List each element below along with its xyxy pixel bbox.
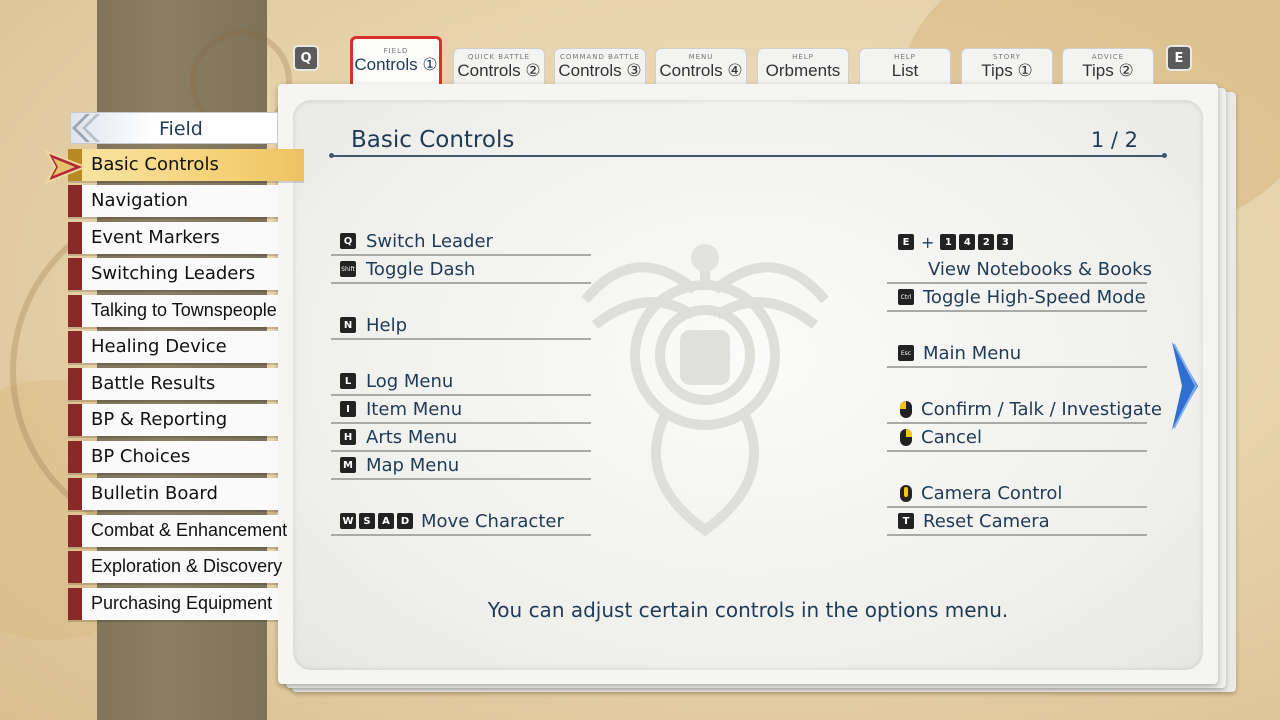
sidebar-item-battle-results[interactable]: Battle Results — [68, 368, 278, 400]
sidebar-item-bp-reporting[interactable]: BP & Reporting — [68, 404, 278, 436]
control-row: Q Switch Leader — [331, 228, 591, 256]
control-row: Cancel — [887, 424, 1147, 452]
mouse-middle-icon — [900, 484, 912, 502]
key-icon: T — [898, 513, 914, 529]
options-note: You can adjust certain controls in the o… — [487, 598, 1009, 622]
control-row: Esc Main Menu — [887, 340, 1147, 368]
prev-tab-key[interactable]: Q — [295, 47, 317, 69]
key-icon: A — [378, 513, 394, 529]
key-icon: W — [340, 513, 356, 529]
title-divider — [329, 153, 1167, 158]
key-icon: 3 — [997, 234, 1014, 250]
key-icon: N — [340, 317, 356, 333]
key-icon: Shift — [340, 261, 356, 277]
key-icon: H — [340, 429, 356, 445]
sidebar-item-bp-choices[interactable]: BP Choices — [68, 441, 278, 473]
key-icon: 2 — [978, 234, 995, 250]
page-title: Basic Controls — [351, 127, 515, 153]
key-icon: Esc — [898, 345, 914, 361]
tab-menu-controls-4[interactable]: MENU Controls ④ — [655, 48, 747, 84]
control-row: Camera Control — [887, 480, 1147, 508]
sidebar-item-switching-leaders[interactable]: Switching Leaders — [68, 258, 278, 290]
control-row: Shift Toggle Dash — [331, 256, 591, 284]
control-row: T Reset Camera — [887, 508, 1147, 536]
sidebar-item-combat-enhancement[interactable]: Combat & Enhancement — [68, 515, 287, 547]
key-icon: S — [359, 513, 375, 529]
key-icon: L — [340, 373, 356, 389]
emblem-watermark-icon — [581, 244, 829, 537]
key-icon: Ctrl — [898, 289, 914, 305]
control-row: L Log Menu — [331, 368, 591, 396]
sidebar-item-healing-device[interactable]: Healing Device — [68, 331, 278, 363]
sidebar-item-purchasing-equipment[interactable]: Purchasing Equipment — [68, 588, 278, 620]
mouse-left-icon — [900, 400, 912, 418]
mouse-right-icon — [900, 428, 912, 446]
key-icon: Q — [340, 233, 356, 249]
control-row: I Item Menu — [331, 396, 591, 424]
control-row: Ctrl Toggle High-Speed Mode — [887, 284, 1147, 312]
sidebar-item-exploration-discovery[interactable]: Exploration & Discovery — [68, 551, 282, 583]
key-icon: I — [340, 401, 356, 417]
tab-command-battle-controls-3[interactable]: COMMAND BATTLE Controls ③ — [554, 48, 646, 84]
key-icon: D — [397, 513, 413, 529]
control-combo-row: E + 1 4 2 3 — [887, 228, 1147, 256]
control-row: N Help — [331, 312, 591, 340]
tab-help-orbments[interactable]: HELP Orbments — [757, 48, 849, 84]
chevron-left-icon[interactable] — [66, 112, 102, 144]
tab-quick-battle-controls-2[interactable]: QUICK BATTLE Controls ② — [453, 48, 545, 84]
next-page-arrow-icon[interactable] — [1168, 340, 1202, 432]
control-row: M Map Menu — [331, 452, 591, 480]
tab-help-list[interactable]: HELP List — [859, 48, 951, 84]
key-icon: M — [340, 457, 356, 473]
key-icon: E — [898, 234, 914, 250]
selection-cursor-icon — [45, 150, 87, 184]
control-row: Confirm / Talk / Investigate — [887, 396, 1162, 424]
key-icon: 4 — [959, 234, 976, 250]
tab-field-controls-1[interactable]: FIELD Controls ① — [350, 36, 442, 84]
sidebar-item-basic-controls[interactable]: Basic Controls — [68, 149, 304, 181]
sidebar-item-event-markers[interactable]: Event Markers — [68, 222, 278, 254]
tab-advice-tips-2[interactable]: ADVICE Tips ② — [1062, 48, 1154, 84]
tab-story-tips-1[interactable]: STORY Tips ① — [961, 48, 1053, 84]
page-indicator: 1 / 2 — [1090, 128, 1138, 152]
control-row: H Arts Menu — [331, 424, 591, 452]
sidebar-item-bulletin-board[interactable]: Bulletin Board — [68, 478, 278, 510]
control-row: View Notebooks & Books — [887, 256, 1152, 284]
sidebar-item-navigation[interactable]: Navigation — [68, 185, 278, 217]
sidebar-item-talking-to-townspeople[interactable]: Talking to Townspeople — [68, 295, 278, 327]
key-icon: 1 — [940, 234, 957, 250]
control-row: W S A D Move Character — [331, 508, 591, 536]
next-tab-key[interactable]: E — [1168, 47, 1190, 69]
